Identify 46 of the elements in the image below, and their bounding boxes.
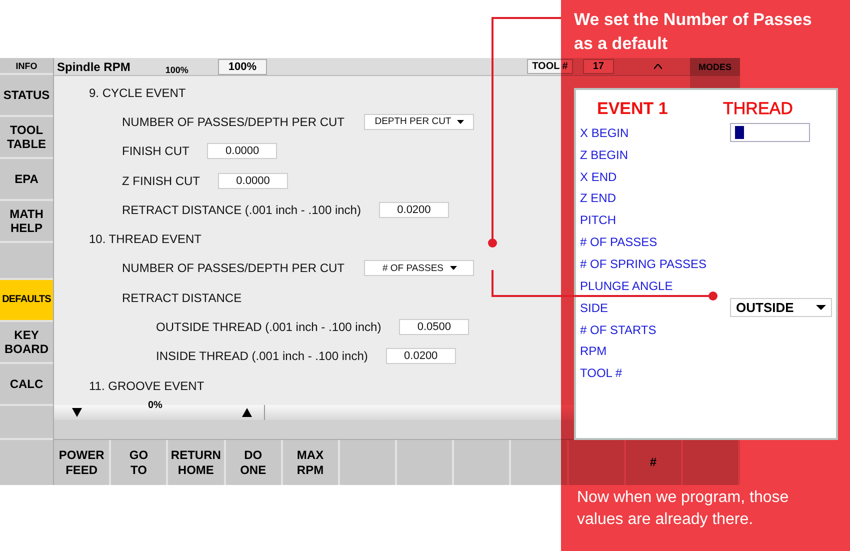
callout-footer: Now when we program, those values are already there. xyxy=(577,487,822,531)
caret-icon xyxy=(816,305,826,310)
value-field[interactable]: 0.0000 xyxy=(218,172,288,189)
callout-heading: We set the Number of Passes as a default xyxy=(574,9,813,55)
event-title: EVENT 1 xyxy=(597,99,669,119)
setting-label: RETRACT DISTANCE (.001 inch - .100 inch) xyxy=(122,202,361,217)
event-field-label: # OF STARTS xyxy=(580,322,656,337)
setting-label: FINISH CUT xyxy=(122,144,190,158)
event-field-label: # OF SPRING PASSES xyxy=(580,256,706,271)
setting-label: RETRACT DISTANCE xyxy=(122,290,242,305)
override-value: 100% xyxy=(218,58,267,74)
dropdown[interactable]: OUTSIDE xyxy=(730,298,832,318)
event-field-label: RPM xyxy=(580,344,607,358)
setting-label: INSIDE THREAD (.001 inch - .100 inch) xyxy=(156,349,368,364)
input-field[interactable] xyxy=(730,123,810,142)
feed-percent: 0% xyxy=(148,400,162,411)
setting-label: Z FINISH CUT xyxy=(122,174,200,188)
sidebar-button[interactable]: DEFAULTS xyxy=(0,280,53,322)
section-heading: 10. THREAD EVENT xyxy=(89,232,202,246)
event-field-label: PLUNGE ANGLE xyxy=(580,278,673,293)
down-arrow-icon[interactable] xyxy=(72,408,82,417)
event-field-label: X END xyxy=(580,170,617,184)
value-field[interactable]: 0.0000 xyxy=(207,143,278,160)
value-field[interactable]: 0.0200 xyxy=(378,202,449,218)
caret-icon xyxy=(457,120,464,124)
dropdown[interactable]: DEPTH PER CUT xyxy=(364,114,474,130)
setting-label: NUMBER OF PASSES/DEPTH PER CUT xyxy=(122,114,344,129)
event-field-label: SIDE xyxy=(580,300,608,315)
event-field-label: Z END xyxy=(580,191,616,206)
value-field[interactable]: 0.0200 xyxy=(386,348,456,364)
spindle-label: Spindle RPM xyxy=(57,60,130,74)
event-field-label: X BEGIN xyxy=(580,126,629,140)
spindle-readout: 100% xyxy=(165,65,188,75)
section-heading: 11. GROOVE EVENT xyxy=(89,378,204,393)
section-heading: 9. CYCLE EVENT xyxy=(89,86,186,100)
event-field-label: TOOL # xyxy=(580,366,622,380)
event-field-label: Z BEGIN xyxy=(580,148,628,162)
caret-icon xyxy=(450,266,457,270)
event-field-label: # OF PASSES xyxy=(580,235,658,250)
up-arrow-icon[interactable] xyxy=(242,408,252,417)
setting-label: NUMBER OF PASSES/DEPTH PER CUT xyxy=(122,261,344,276)
event-field-label: PITCH xyxy=(580,213,616,228)
value-field[interactable]: 0.0500 xyxy=(399,319,470,336)
setting-label: OUTSIDE THREAD (.001 inch - .100 inch) xyxy=(156,320,382,334)
dropdown[interactable]: # OF PASSES xyxy=(364,260,474,276)
event-type: THREAD xyxy=(723,99,794,119)
